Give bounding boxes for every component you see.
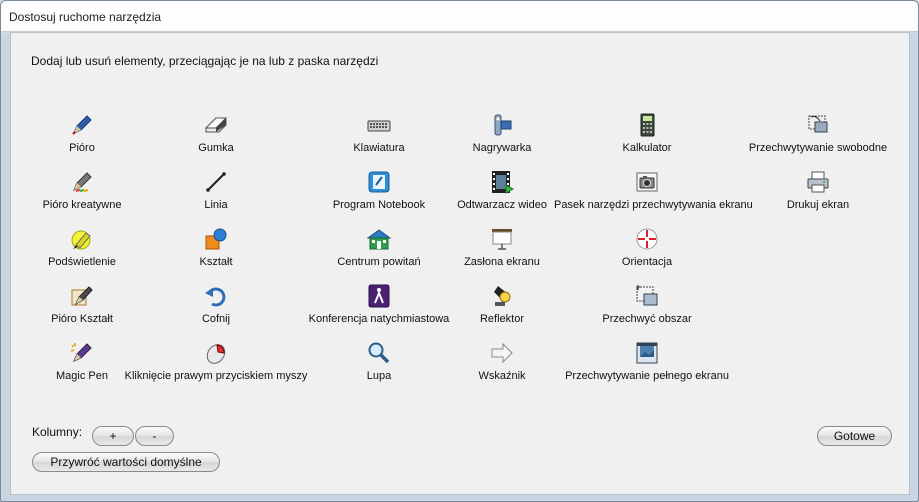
area-capture-icon xyxy=(636,285,658,306)
welcome-center-icon xyxy=(367,229,391,250)
customize-toolbar-dialog: Dostosuj ruchome narzędzia Dodaj lub usu… xyxy=(0,0,919,502)
tool-label: Orientacja xyxy=(621,256,673,268)
dialog-content: Dodaj lub usuń elementy, przeciągając je… xyxy=(10,32,910,495)
tool-prawy-przycisk[interactable]: Kliknięcie prawym przyciskiem myszy xyxy=(123,341,309,389)
tool-label: Przechwytywanie swobodne xyxy=(748,142,888,154)
eraser-icon xyxy=(204,117,228,133)
spotlight-icon xyxy=(494,286,511,306)
pointer-arrow-icon xyxy=(491,342,513,364)
window-title: Dostosuj ruchome narzędzia xyxy=(9,10,162,24)
conference-icon xyxy=(368,284,390,308)
tool-kalkulator[interactable]: Kalkulator xyxy=(554,113,740,161)
tool-przechwyc-obszar[interactable]: Przechwyć obszar xyxy=(554,284,740,332)
recorder-icon xyxy=(494,114,512,136)
camera-icon xyxy=(636,172,658,192)
tool-ksztalt[interactable]: Kształt xyxy=(123,227,309,275)
creative-pen-icon xyxy=(73,172,92,192)
shape-icon xyxy=(205,228,227,250)
keyboard-icon xyxy=(367,120,391,132)
tool-drukuj-ekran[interactable]: Drukuj ekran xyxy=(725,170,911,218)
instructions-text: Dodaj lub usuń elementy, przeciągając je… xyxy=(31,54,379,68)
add-column-button[interactable]: + xyxy=(92,426,134,446)
highlighter-icon xyxy=(71,230,91,250)
magnifier-icon xyxy=(368,342,390,364)
tool-label: Linia xyxy=(204,199,228,211)
shape-pen-icon xyxy=(71,286,93,306)
tool-label: Kształt xyxy=(199,256,233,268)
screen-shade-icon xyxy=(492,229,512,250)
video-player-icon xyxy=(492,171,514,194)
tool-label: Pasek narzędzi przechwytywania ekranu xyxy=(554,199,753,211)
tool-pasek-przechwytywania[interactable]: Pasek narzędzi przechwytywania ekranu xyxy=(554,170,753,218)
done-button[interactable]: Gotowe xyxy=(817,426,892,446)
remove-column-button[interactable]: - xyxy=(135,426,174,446)
right-click-mouse-icon xyxy=(206,344,226,364)
orientation-icon xyxy=(636,228,658,250)
pen-icon xyxy=(72,115,92,135)
printer-icon xyxy=(807,171,829,193)
notebook-icon xyxy=(368,171,390,193)
fullscreen-capture-icon xyxy=(636,342,658,364)
tool-label: Przechwyć obszar xyxy=(602,313,692,325)
tool-label: Przechwytywanie pełnego ekranu xyxy=(565,370,729,382)
calculator-icon xyxy=(640,113,655,137)
columns-label: Kolumny: xyxy=(32,425,83,439)
tool-label: Cofnij xyxy=(201,313,231,325)
tool-gumka[interactable]: Gumka xyxy=(123,113,309,161)
undo-icon xyxy=(205,287,226,307)
tool-cofnij[interactable]: Cofnij xyxy=(123,284,309,332)
tool-przechwytywanie-swobodne[interactable]: Przechwytywanie swobodne xyxy=(725,113,911,161)
line-icon xyxy=(206,172,226,192)
tool-przechwytywanie-pelnego[interactable]: Przechwytywanie pełnego ekranu xyxy=(554,341,740,389)
freeform-capture-icon xyxy=(808,115,828,133)
magic-pen-icon xyxy=(70,343,92,362)
restore-defaults-button[interactable]: Przywróć wartości domyślne xyxy=(32,452,220,472)
tool-orientacja[interactable]: Orientacja xyxy=(554,227,740,275)
title-bar[interactable]: Dostosuj ruchome narzędzia xyxy=(1,1,918,32)
tool-label: Kliknięcie prawym przyciskiem myszy xyxy=(124,370,308,382)
tool-linia[interactable]: Linia xyxy=(123,170,309,218)
tool-label: Kalkulator xyxy=(622,142,672,154)
tool-label: Drukuj ekran xyxy=(786,199,850,211)
tool-label: Gumka xyxy=(198,142,234,154)
